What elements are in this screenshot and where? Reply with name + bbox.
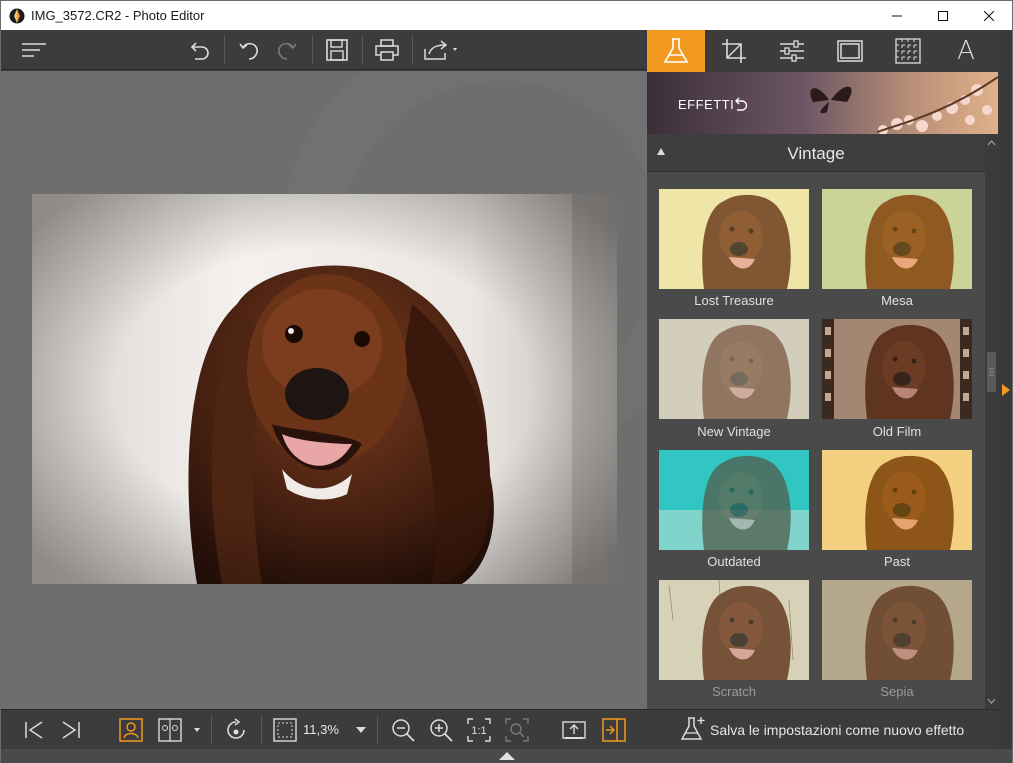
floppy-disk-icon[interactable] [325, 38, 349, 62]
flask-icon [663, 38, 689, 63]
panel-edge [998, 72, 1012, 749]
scroll-down-icon[interactable] [985, 696, 998, 706]
zoom-dropdown-icon[interactable] [353, 718, 369, 742]
toolbar-divider [261, 716, 262, 744]
effect-label: Sepia [880, 684, 914, 699]
effect-thumbnail[interactable] [659, 189, 809, 289]
effect-label: Past [883, 554, 910, 569]
hamburger-icon[interactable] [22, 38, 46, 62]
save-effect-label: Salva le impostazioni come nuovo effetto [710, 722, 965, 738]
last-image-icon[interactable] [59, 718, 83, 742]
toggle-panel-icon[interactable] [602, 718, 626, 742]
panel-tabs: A [647, 30, 998, 72]
effect-label: New Vintage [697, 424, 771, 439]
image-canvas[interactable] [1, 71, 647, 709]
effects-grid: Lost Treasure Mesa New Vintage Old Film … [647, 172, 985, 709]
reset-effects-icon[interactable] [732, 96, 748, 112]
tab-crop[interactable] [705, 30, 763, 72]
effects-banner: EFFETTI [647, 72, 998, 134]
close-button[interactable] [966, 1, 1012, 30]
minimize-button[interactable] [874, 1, 920, 30]
effect-label: Outdated [707, 554, 761, 569]
save-effect-button[interactable]: Salva le impostazioni come nuovo effetto [647, 709, 998, 749]
close-icon [984, 10, 994, 21]
effect-label: Lost Treasure [694, 293, 774, 308]
category-title: Vintage [787, 144, 845, 163]
effects-scrollbar[interactable] [985, 134, 998, 709]
collapse-panel-icon[interactable] [1002, 384, 1010, 396]
title-bar: IMG_3572.CR2 - Photo Editor [1, 1, 1012, 30]
effect-thumbnail[interactable] [822, 189, 972, 289]
tab-effects[interactable] [647, 30, 705, 72]
maximize-icon [938, 10, 948, 21]
compare-view-icon [158, 718, 200, 742]
crop-icon [722, 39, 746, 63]
share-icon [424, 40, 457, 60]
tab-adjust[interactable] [763, 30, 821, 72]
undo-all-icon[interactable] [187, 38, 211, 62]
zoom-out-icon[interactable] [391, 718, 415, 742]
toolbar-divider [224, 36, 225, 64]
export-icon[interactable] [562, 718, 586, 742]
toolbar-divider [211, 716, 212, 744]
toolbar-divider [412, 36, 413, 64]
text-icon: A [957, 36, 975, 66]
toolbar-divider [312, 36, 313, 64]
printer-icon[interactable] [375, 38, 399, 62]
window-controls [874, 1, 1012, 30]
effects-label: EFFETTI [678, 97, 735, 112]
frame-icon [837, 40, 863, 62]
effect-thumbnail[interactable] [659, 580, 809, 680]
tab-texture[interactable] [879, 30, 937, 72]
effect-label: Scratch [711, 684, 757, 699]
minimize-icon [892, 15, 902, 16]
maximize-button[interactable] [920, 1, 966, 30]
app-logo-icon [9, 8, 25, 23]
zoom-fit-icon[interactable] [505, 718, 529, 742]
bottom-toolbar: 11,3% 1:1 [1, 709, 647, 749]
undo-icon[interactable] [237, 38, 261, 62]
texture-icon [895, 38, 921, 64]
scroll-up-icon[interactable] [985, 138, 998, 148]
zoom-in-icon[interactable] [429, 718, 453, 742]
effect-thumbnail[interactable] [822, 319, 972, 419]
fit-screen-icon[interactable] [273, 718, 297, 742]
zoom-level[interactable]: 11,3% [303, 722, 339, 737]
main-toolbar [1, 30, 647, 70]
effect-label: Old Film [872, 424, 922, 439]
share-button[interactable] [423, 38, 463, 62]
tab-frame[interactable] [821, 30, 879, 72]
window-title: IMG_3572.CR2 - Photo Editor [31, 8, 205, 23]
single-view-icon[interactable] [119, 718, 143, 742]
flask-add-icon [680, 717, 705, 740]
effect-thumbnail[interactable] [659, 450, 809, 550]
app-window: IMG_3572.CR2 - Photo Editor 11,3% 1:1 A … [0, 0, 1013, 763]
toolbar-divider [377, 716, 378, 744]
compare-view-button[interactable] [158, 718, 204, 742]
effect-thumbnail[interactable] [659, 319, 809, 419]
tab-text[interactable]: A [937, 30, 995, 72]
effect-label: Mesa [881, 293, 913, 308]
svg-text:1:1: 1:1 [471, 725, 486, 737]
first-image-icon[interactable] [22, 718, 46, 742]
effect-category-header[interactable]: Vintage [647, 134, 985, 172]
actual-size-icon[interactable]: 1:1 [467, 718, 491, 742]
status-strip [1, 749, 1012, 763]
rotate-icon[interactable] [224, 718, 248, 742]
scrollbar-thumb[interactable] [987, 352, 996, 392]
expand-filmstrip-icon[interactable] [499, 752, 515, 760]
toolbar-divider [362, 36, 363, 64]
sliders-icon [780, 40, 804, 62]
redo-icon[interactable] [275, 38, 299, 62]
effect-thumbnail[interactable] [822, 450, 972, 550]
effect-thumbnail[interactable] [822, 580, 972, 680]
photo-preview [32, 194, 617, 584]
